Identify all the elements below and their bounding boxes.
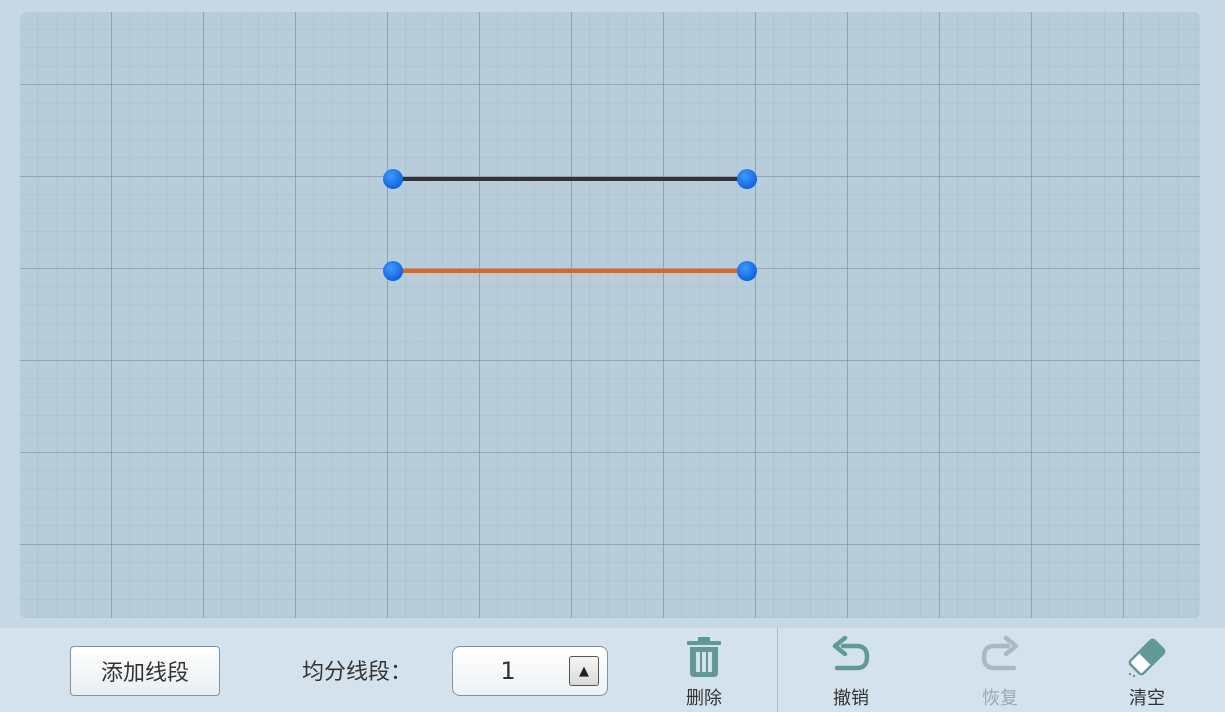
endpoint-handle[interactable] bbox=[737, 261, 757, 281]
drawing-canvas[interactable] bbox=[20, 12, 1200, 618]
increment-button[interactable]: ▲ bbox=[569, 656, 599, 686]
endpoint-handle[interactable] bbox=[383, 169, 403, 189]
bottom-toolbar: 添加线段 均分线段： 1 ▲ 删除 撤销 恢复 清空 bbox=[0, 628, 1225, 712]
clear-label: 清空 bbox=[1129, 688, 1165, 709]
endpoint-handle[interactable] bbox=[737, 169, 757, 189]
redo-button[interactable]: 恢复 bbox=[960, 636, 1040, 712]
add-segment-button[interactable]: 添加线段 bbox=[70, 646, 220, 696]
toolbar-divider bbox=[777, 628, 778, 712]
divide-segment-label: 均分线段： bbox=[302, 660, 413, 685]
canvas-svg[interactable] bbox=[20, 12, 1200, 618]
clear-button[interactable]: 清空 bbox=[1107, 636, 1187, 712]
undo-button[interactable]: 撤销 bbox=[811, 636, 891, 712]
redo-icon bbox=[981, 636, 1019, 671]
undo-icon bbox=[832, 636, 870, 671]
divide-count-stepper[interactable]: 1 ▲ bbox=[452, 646, 608, 696]
delete-button[interactable]: 删除 bbox=[664, 636, 744, 712]
redo-label: 恢复 bbox=[982, 688, 1018, 709]
undo-label: 撤销 bbox=[833, 688, 869, 709]
endpoint-handle[interactable] bbox=[383, 261, 403, 281]
triangle-up-icon: ▲ bbox=[579, 663, 589, 679]
divide-count-value[interactable]: 1 bbox=[453, 647, 563, 695]
eraser-icon bbox=[1128, 638, 1166, 678]
delete-label: 删除 bbox=[686, 688, 722, 709]
trash-icon bbox=[687, 637, 721, 677]
